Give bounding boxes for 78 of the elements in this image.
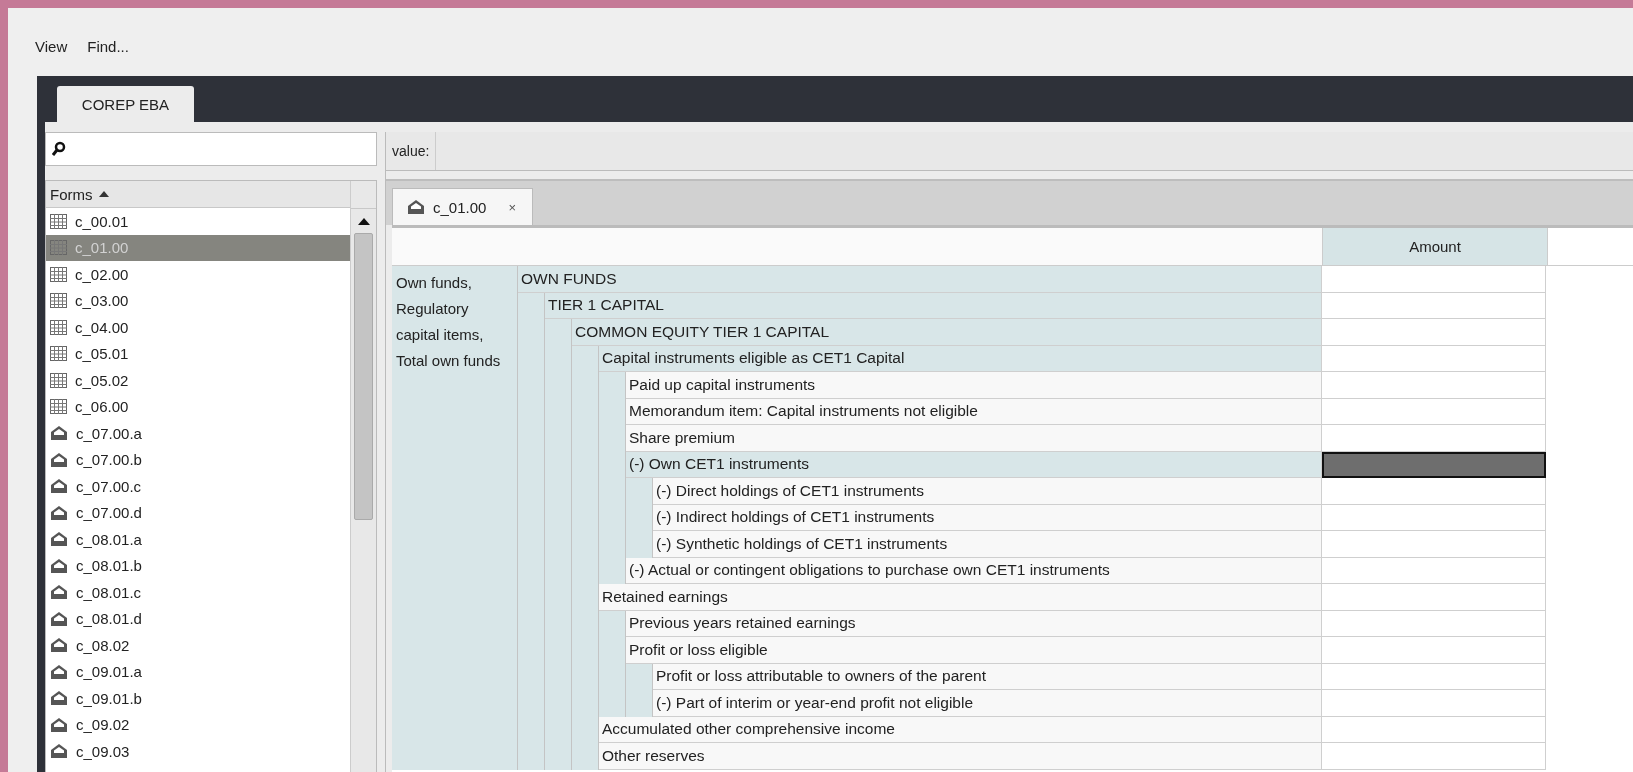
menu-item[interactable]: Find... xyxy=(87,38,129,55)
row-label: Share premium xyxy=(626,425,1322,452)
row-label: Capital instruments eligible as CET1 Capital xyxy=(599,345,1322,372)
form-list-item[interactable]: c_04.00 xyxy=(46,314,350,341)
close-button[interactable]: × xyxy=(508,199,516,215)
house-icon xyxy=(407,199,425,215)
search-icon xyxy=(52,141,66,157)
row-label: COMMON EQUITY TIER 1 CAPITAL xyxy=(572,319,1322,346)
row-label: OWN FUNDS xyxy=(518,266,1322,293)
sort-ascending-icon xyxy=(98,191,109,197)
form-list-item[interactable]: c_06.00 xyxy=(46,393,350,420)
form-list-item[interactable]: c_07.00.c xyxy=(46,473,350,500)
house-icon xyxy=(50,584,68,601)
form-list-item[interactable]: c_03.00 xyxy=(46,287,350,314)
workspace-tab[interactable]: COREP EBA xyxy=(57,86,194,122)
grid-icon xyxy=(50,399,67,415)
row-group-label: Own funds, Regulatory capital items, Total own funds xyxy=(392,266,518,770)
form-list-item[interactable]: c_08.01.d xyxy=(46,605,350,632)
row-label: Accumulated other comprehensive income xyxy=(599,716,1322,743)
column-header: Amount xyxy=(1323,228,1548,265)
row-label: TIER 1 CAPITAL xyxy=(545,292,1322,319)
row-label: Profit or loss attributable to owners of the parent xyxy=(653,663,1322,690)
search-field[interactable] xyxy=(45,132,377,166)
grid-icon xyxy=(50,266,67,282)
value-label: value: xyxy=(386,132,436,170)
house-icon xyxy=(50,425,68,442)
scrollbar[interactable] xyxy=(350,181,376,772)
amount-cell[interactable] xyxy=(1322,451,1546,478)
form-list-item[interactable]: c_09.01.b xyxy=(46,685,350,712)
form-list-item[interactable]: c_09.01.a xyxy=(46,658,350,685)
row-label: (-) Actual or contingent obligations to purchase own CET1 instruments xyxy=(626,557,1322,584)
row-label: Other reserves xyxy=(599,743,1322,770)
grid-icon xyxy=(50,319,67,335)
column-header[interactable]: Forms xyxy=(46,181,350,208)
form-list-item[interactable]: c_05.02 xyxy=(46,367,350,394)
row-label: (-) Indirect holdings of CET1 instruments xyxy=(653,504,1322,531)
house-icon xyxy=(50,637,68,654)
house-icon xyxy=(50,610,68,627)
menu-item[interactable]: View xyxy=(35,38,68,55)
grid-icon xyxy=(50,346,67,362)
form-list-item[interactable]: c_09.03 xyxy=(46,738,350,765)
form-list-item[interactable]: c_08.01.a xyxy=(46,526,350,553)
house-icon xyxy=(50,531,68,548)
row-label: (-) Direct holdings of CET1 instruments xyxy=(653,478,1322,505)
scroll-thumb[interactable] xyxy=(354,233,373,520)
house-icon xyxy=(50,690,68,707)
house-icon xyxy=(50,716,68,733)
form-list-item[interactable]: c_08.02 xyxy=(46,632,350,659)
row-label: Profit or loss eligible xyxy=(626,637,1322,664)
form-list-item[interactable]: c_07.00.a xyxy=(46,420,350,447)
scroll-up-icon[interactable] xyxy=(357,218,370,225)
house-icon xyxy=(50,663,68,680)
row-label: (-) Part of interim or year-end profit not eligible xyxy=(653,690,1322,717)
form-list-item[interactable]: c_05.01 xyxy=(46,340,350,367)
form-list-item[interactable]: c_02.00 xyxy=(46,261,350,288)
house-icon xyxy=(50,504,68,521)
row-label: Paid up capital instruments xyxy=(626,372,1322,399)
grid-icon xyxy=(50,213,67,229)
row-label: (-) Own CET1 instruments xyxy=(626,451,1322,478)
form-list-item[interactable]: c_09.02 xyxy=(46,711,350,738)
row-label: (-) Synthetic holdings of CET1 instruments xyxy=(653,531,1322,558)
grid-icon xyxy=(50,372,67,388)
form-list-item[interactable]: c_08.01.b xyxy=(46,552,350,579)
house-icon xyxy=(50,743,68,760)
row-label: Previous years retained earnings xyxy=(626,610,1322,637)
house-icon xyxy=(50,451,68,468)
grid-icon xyxy=(50,240,67,256)
form-list-item[interactable]: c_00.01 xyxy=(46,208,350,235)
form-list-item[interactable]: c_08.01.c xyxy=(46,579,350,606)
grid-icon xyxy=(50,293,67,309)
form-list-item[interactable]: c_07.00.b xyxy=(46,446,350,473)
house-icon xyxy=(50,478,68,495)
row-label: Retained earnings xyxy=(599,584,1322,611)
house-icon xyxy=(50,557,68,574)
row-label: Memorandum item: Capital instruments not eligible xyxy=(626,398,1322,425)
document-tab[interactable]: c_01.00 × xyxy=(392,188,533,225)
value-field[interactable] xyxy=(435,132,1633,170)
form-list-item[interactable]: c_07.00.d xyxy=(46,499,350,526)
